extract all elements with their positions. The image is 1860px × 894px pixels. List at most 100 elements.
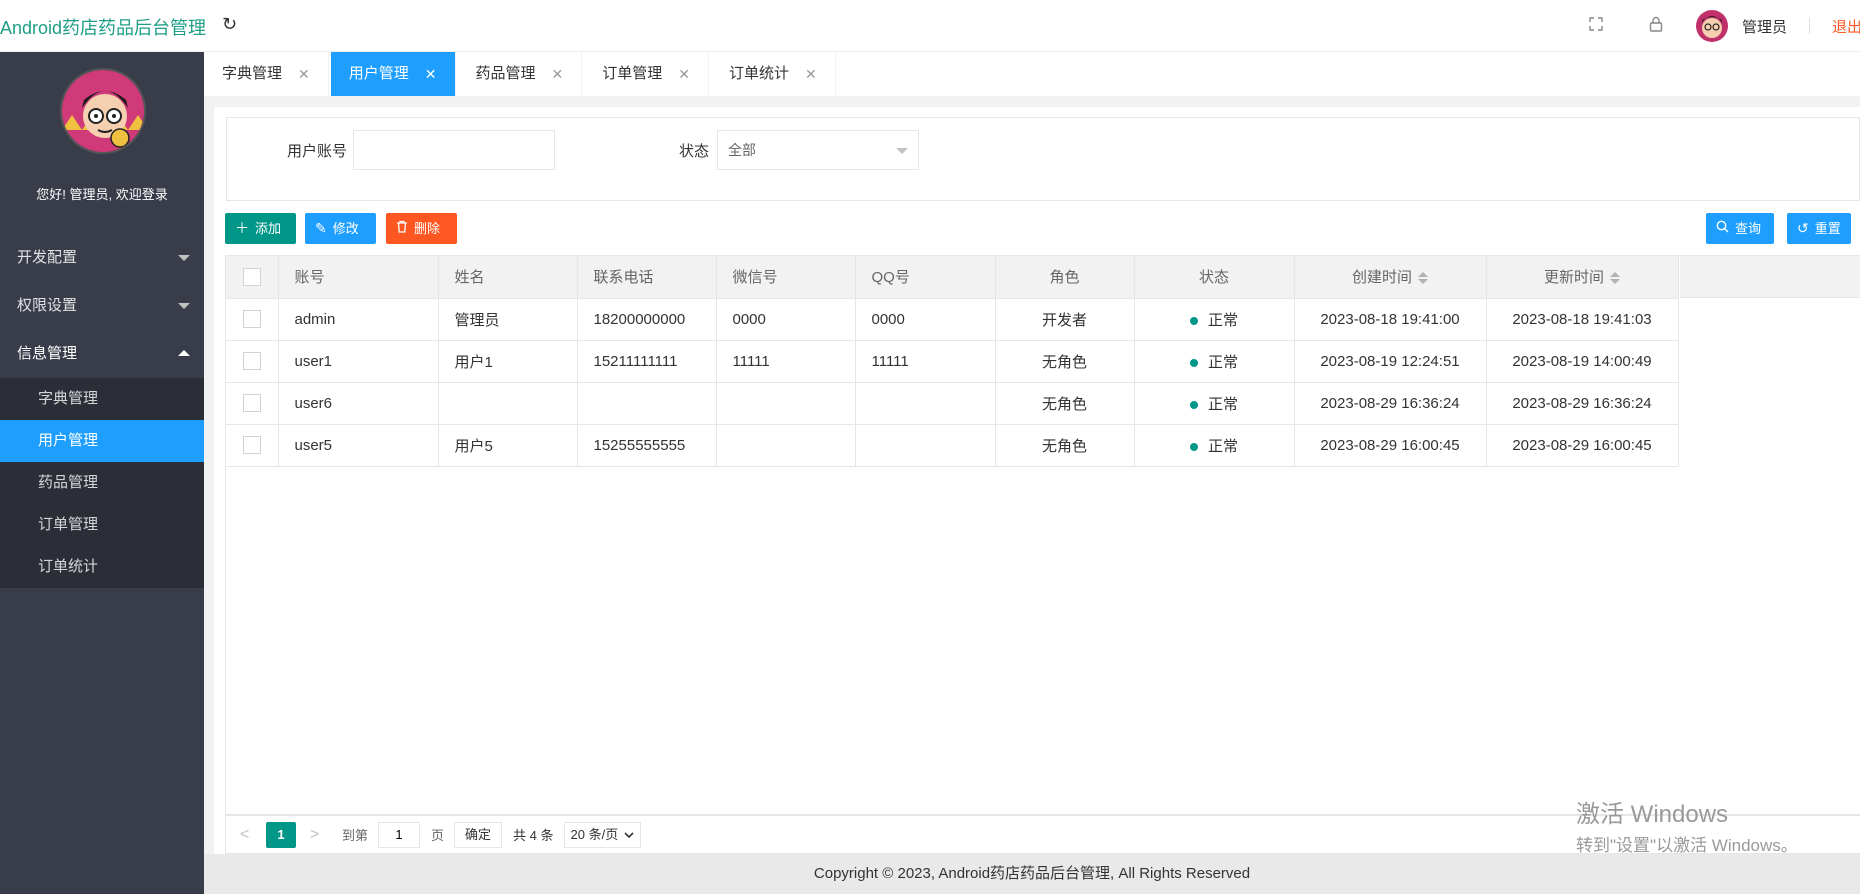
tab-dictionary[interactable]: 字典管理 ✕	[204, 52, 329, 96]
goto-page-input[interactable]	[378, 821, 421, 848]
row-checkbox[interactable]	[242, 352, 261, 371]
delete-button[interactable]: 删除	[386, 213, 457, 244]
close-icon[interactable]: ✕	[425, 52, 437, 96]
logout-link[interactable]: 退出	[1832, 16, 1860, 37]
row-select-cell	[226, 339, 279, 383]
header-avatar[interactable]	[1695, 10, 1728, 42]
cell-qq: 0000	[854, 297, 996, 341]
app-logo[interactable]: Android药店药品后台管理	[0, 14, 206, 40]
cell-wechat: 11111	[715, 339, 856, 383]
cell-created: 2023-08-19 12:24:51	[1293, 339, 1487, 383]
fullscreen-icon[interactable]	[1566, 16, 1626, 36]
delete-button-label: 删除	[414, 221, 441, 236]
status-select[interactable]: 全部	[717, 130, 919, 170]
status-dot-icon	[1189, 400, 1198, 409]
search-button[interactable]: 查询	[1706, 213, 1774, 244]
refresh-icon[interactable]: ↻	[222, 14, 237, 35]
tab-order-stats[interactable]: 订单统计 ✕	[711, 52, 836, 96]
header-username[interactable]: 管理员	[1742, 16, 1787, 37]
cell-wechat	[715, 381, 856, 425]
chevron-up-icon	[178, 350, 190, 356]
tab-users[interactable]: 用户管理 ✕	[330, 52, 456, 96]
sidebar-item-drugs[interactable]: 药品管理	[0, 462, 204, 504]
sort-icon[interactable]	[1418, 272, 1428, 285]
menu-group-permissions[interactable]: 权限设置	[0, 282, 204, 330]
reset-button-label: 重置	[1814, 221, 1841, 236]
tab-label: 订单统计	[729, 65, 790, 82]
table-header-filler	[1680, 256, 1860, 298]
status-text: 正常	[1207, 437, 1238, 455]
sidebar-greeting: 您好! 管理员, 欢迎登录	[36, 187, 168, 202]
table-row[interactable]: user1 用户1 15211111111 11111 11111 无角色 正常…	[226, 339, 1679, 383]
table-row[interactable]: admin 管理员 18200000000 0000 0000 开发者 正常 2…	[226, 297, 1679, 341]
top-header: Android药店药品后台管理 ↻ 管理员 退出	[0, 0, 1860, 52]
sidebar: 您好! 管理员, 欢迎登录 开发配置 权限设置 信息管理 字典管理 用户管理 药…	[0, 52, 204, 894]
add-button[interactable]: ＋ 添加	[225, 213, 296, 244]
sort-icon[interactable]	[1610, 272, 1620, 285]
submenu-info: 字典管理 用户管理 药品管理 订单管理 订单统计	[0, 378, 204, 588]
cell-name: 管理员	[437, 297, 578, 341]
prev-page-icon[interactable]: <	[240, 826, 256, 844]
goto-label: 到第	[342, 828, 369, 843]
status-label: 状态	[679, 143, 710, 160]
header-divider	[1809, 18, 1810, 34]
cell-created: 2023-08-29 16:00:45	[1293, 423, 1487, 467]
tab-drugs[interactable]: 药品管理 ✕	[457, 52, 583, 96]
menu-group-label: 开发配置	[17, 249, 78, 266]
edit-button[interactable]: ✎ 修改	[305, 213, 376, 244]
row-checkbox[interactable]	[242, 310, 261, 329]
close-icon[interactable]: ✕	[552, 52, 564, 96]
row-checkbox[interactable]	[242, 394, 261, 413]
header-right: 管理员 退出	[1566, 0, 1860, 52]
page-1-button[interactable]: 1	[266, 821, 296, 848]
cell-account: user5	[277, 423, 439, 467]
col-header-created[interactable]: 创建时间	[1293, 256, 1487, 299]
cell-role: 无角色	[994, 381, 1135, 425]
page-unit-label: 页	[431, 828, 445, 843]
table-row[interactable]: user5 用户5 15255555555 无角色 正常 2023-08-29 …	[226, 423, 1679, 467]
row-select-cell	[226, 297, 279, 341]
cell-account: user1	[277, 339, 439, 383]
chevron-down-icon	[178, 255, 190, 261]
lock-icon[interactable]	[1626, 16, 1686, 37]
cell-status: 正常	[1133, 423, 1295, 467]
page-size-select[interactable]: 20 条/页	[563, 821, 642, 848]
menu-group-info[interactable]: 信息管理	[0, 330, 204, 378]
cell-created: 2023-08-18 19:41:00	[1293, 297, 1487, 341]
tab-label: 用户管理	[348, 65, 409, 82]
sidebar-item-order-stats[interactable]: 订单统计	[0, 546, 204, 588]
sidebar-item-users[interactable]: 用户管理	[0, 420, 204, 462]
next-page-icon[interactable]: >	[310, 826, 326, 844]
filter-form: 用户账号 状态 全部	[226, 117, 1860, 201]
account-input[interactable]	[353, 130, 555, 170]
menu-group-dev-config[interactable]: 开发配置	[0, 234, 204, 282]
trash-icon	[396, 213, 408, 244]
close-icon[interactable]: ✕	[298, 52, 310, 96]
tab-label: 药品管理	[475, 65, 536, 82]
col-header-updated[interactable]: 更新时间	[1485, 256, 1679, 299]
cell-qq	[854, 423, 996, 467]
row-checkbox[interactable]	[242, 436, 261, 455]
page-footer: Copyright © 2023, Android药店药品后台管理, All R…	[204, 854, 1860, 894]
chevron-down-icon	[624, 831, 634, 838]
tab-orders[interactable]: 订单管理 ✕	[584, 52, 709, 96]
reset-icon: ↺	[1797, 220, 1809, 236]
status-text: 正常	[1207, 395, 1238, 413]
cell-updated: 2023-08-29 16:36:24	[1485, 381, 1679, 425]
close-icon[interactable]: ✕	[678, 52, 690, 96]
cell-role: 无角色	[994, 423, 1135, 467]
cell-wechat: 0000	[715, 297, 856, 341]
table-row[interactable]: user6 无角色 正常 2023-08-29 16:36:24 2023-08…	[226, 381, 1679, 425]
col-header-account: 账号	[277, 256, 439, 299]
menu-group-label: 权限设置	[17, 297, 78, 314]
goto-confirm-button[interactable]: 确定	[454, 821, 503, 848]
account-label: 用户账号	[287, 143, 348, 160]
close-icon[interactable]: ✕	[805, 52, 817, 96]
sidebar-item-orders[interactable]: 订单管理	[0, 504, 204, 546]
select-all-checkbox[interactable]	[242, 267, 261, 286]
reset-button[interactable]: ↺ 重置	[1787, 213, 1851, 244]
cell-wechat	[715, 423, 856, 467]
col-header-wechat: 微信号	[715, 256, 856, 299]
sidebar-item-dictionary[interactable]: 字典管理	[0, 378, 204, 420]
cell-status: 正常	[1133, 381, 1295, 425]
